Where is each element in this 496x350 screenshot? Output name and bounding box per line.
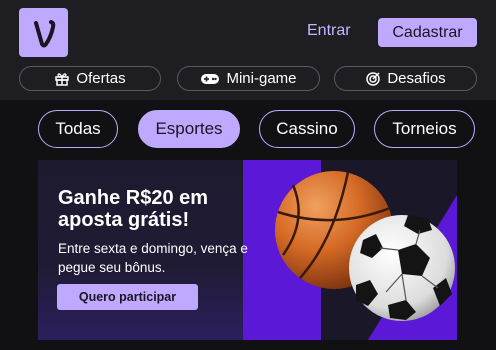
mini-game-label: Mini-game [226,70,297,87]
banner-title: Ganhe R$20 em aposta grátis! [58,187,209,231]
challenges-label: Desafios [387,70,446,87]
gift-icon [55,72,70,86]
offers-button[interactable]: Ofertas [19,66,161,91]
promo-banner: Ganhe R$20 em aposta grátis! Entre sexta… [38,160,457,340]
tab-todas[interactable]: Todas [38,110,118,148]
logo-v-icon [33,19,55,47]
brand-logo[interactable] [19,8,68,57]
login-link[interactable]: Entrar [307,22,351,40]
participate-button[interactable]: Quero participar [57,284,198,310]
top-header: Entrar Cadastrar Ofertas Mini-game Desaf… [0,0,496,100]
banner-subtitle: Entre sexta e domingo, vença e pegue seu… [58,241,248,275]
challenges-button[interactable]: Desafios [334,66,477,91]
tab-cassino[interactable]: Cassino [259,110,355,148]
tab-esportes[interactable]: Esportes [138,110,240,148]
offers-label: Ofertas [76,70,126,87]
signup-button[interactable]: Cadastrar [378,18,477,47]
gamepad-icon [201,73,220,84]
soccer-ball-icon [349,215,455,321]
mini-game-button[interactable]: Mini-game [177,66,320,91]
tab-torneios[interactable]: Torneios [374,110,475,148]
target-icon [366,71,381,86]
